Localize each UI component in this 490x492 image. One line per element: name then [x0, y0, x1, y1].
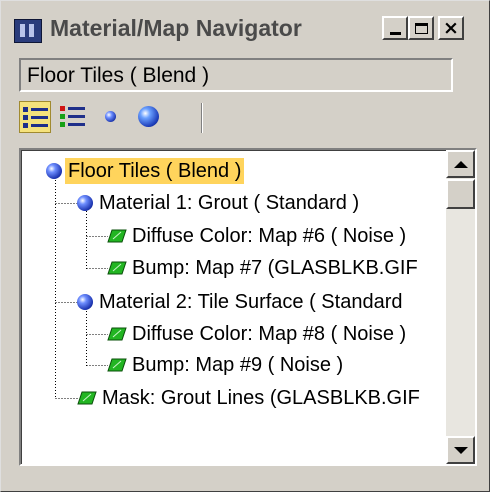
list-view-with-icons-button[interactable] — [57, 101, 89, 133]
material-tree-panel: Floor Tiles ( Blend ) Material 1: Grout … — [19, 148, 477, 466]
list-view-button[interactable] — [19, 101, 51, 133]
maximize-icon — [414, 22, 428, 34]
scrollbar-thumb[interactable] — [446, 179, 475, 209]
tree-node-label: Floor Tiles ( Blend ) — [65, 158, 245, 184]
map-parallelogram-icon — [77, 391, 97, 405]
tree-node-label: Material 2: Tile Surface ( Standard — [99, 291, 403, 313]
title-bar[interactable]: Material/Map Navigator × — [4, 4, 486, 54]
material-sphere-icon — [77, 195, 93, 211]
tree-node-label: Bump: Map #7 (GLASBLKB.GIF — [132, 257, 418, 279]
list-view-icon — [23, 107, 28, 112]
tree-node-label: Mask: Grout Lines (GLASBLKB.GIF — [102, 387, 420, 409]
scroll-up-button[interactable] — [446, 150, 475, 178]
minimize-icon — [389, 31, 401, 35]
window-title: Material/Map Navigator — [50, 15, 302, 41]
map-parallelogram-icon — [107, 229, 127, 243]
map-parallelogram-icon — [107, 358, 127, 372]
large-icons-button[interactable] — [133, 101, 165, 133]
vertical-scrollbar[interactable] — [446, 150, 475, 464]
material-name-field[interactable]: Floor Tiles ( Blend ) — [19, 58, 453, 92]
app-icon — [14, 19, 42, 43]
material-sphere-icon — [46, 163, 62, 179]
scroll-down-button[interactable] — [446, 436, 475, 464]
small-icons-icon — [105, 111, 116, 122]
material-map-navigator-window: Material/Map Navigator × Floor Tiles ( B… — [0, 0, 490, 492]
large-icons-icon — [138, 106, 159, 127]
tree-node-label: Diffuse Color: Map #6 ( Noise ) — [132, 225, 407, 247]
list-view-with-icons-icon — [60, 106, 65, 111]
tree-node-label: Diffuse Color: Map #8 ( Noise ) — [132, 323, 407, 345]
toolbar-separator — [201, 103, 203, 133]
close-button[interactable]: × — [438, 16, 464, 40]
close-icon: × — [443, 16, 459, 39]
view-toolbar — [19, 99, 219, 137]
minimize-button[interactable] — [382, 16, 408, 40]
maximize-button[interactable] — [408, 16, 434, 40]
tree-node-label: Material 1: Grout ( Standard ) — [99, 192, 360, 214]
tree-node-label: Bump: Map #9 ( Noise ) — [132, 354, 344, 376]
map-parallelogram-icon — [107, 261, 127, 275]
arrow-up-icon — [453, 160, 468, 168]
arrow-down-icon — [453, 446, 468, 454]
map-parallelogram-icon — [107, 327, 127, 341]
small-icons-button[interactable] — [95, 101, 127, 133]
material-tree: Floor Tiles ( Blend ) Material 1: Grout … — [21, 150, 446, 464]
material-sphere-icon — [77, 294, 93, 310]
